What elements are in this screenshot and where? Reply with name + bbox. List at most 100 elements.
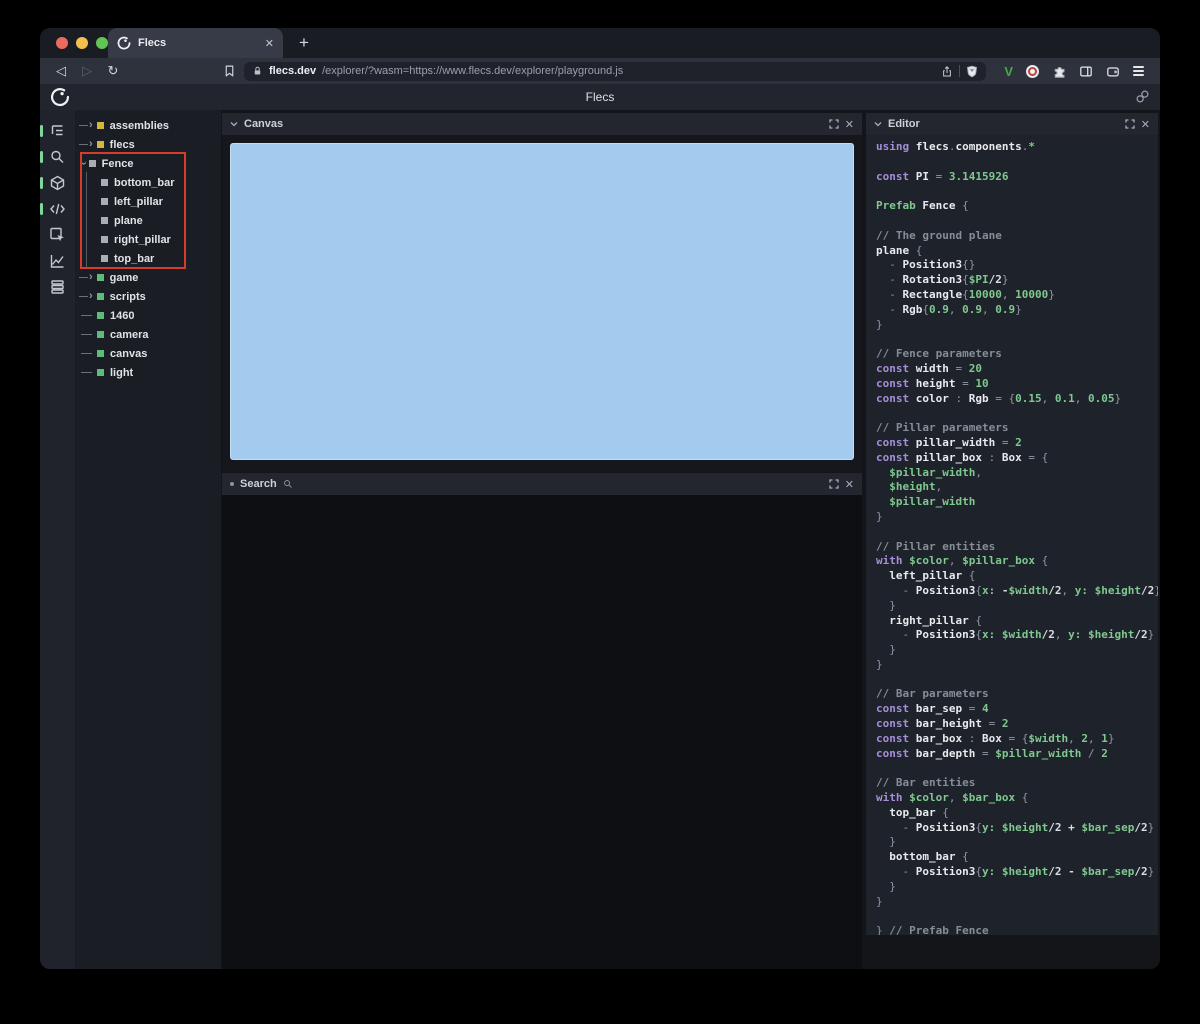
reload-button[interactable]: ↻ xyxy=(102,61,124,81)
tree-item-top_bar[interactable]: top_bar xyxy=(75,249,221,268)
canvas-panel-header[interactable]: Canvas ✕ xyxy=(222,113,862,135)
fullscreen-icon[interactable] xyxy=(829,119,839,129)
lock-icon xyxy=(254,66,261,75)
sidebar-toggle-icon[interactable] xyxy=(1079,65,1093,78)
code-line: $pillar_width, xyxy=(876,465,982,479)
canvas-panel-body xyxy=(222,135,862,472)
tree-item-game[interactable]: › game xyxy=(75,268,221,287)
tree-item-flecs[interactable]: › flecs xyxy=(75,135,221,154)
tree-item-label: assemblies xyxy=(109,119,169,132)
close-icon[interactable]: ✕ xyxy=(845,478,854,491)
fullscreen-icon[interactable] xyxy=(829,479,839,489)
tree-item-marker xyxy=(75,372,93,373)
code-editor[interactable]: using flecs.components.* const PI = 3.14… xyxy=(866,135,1158,935)
share-icon[interactable] xyxy=(941,65,953,78)
tab-close-icon[interactable]: ✕ xyxy=(265,37,274,50)
code-line: left_pillar { xyxy=(876,569,976,583)
code-line: with $color, $pillar_box { xyxy=(876,554,1049,568)
tree-item-label: bottom_bar xyxy=(114,176,175,189)
close-icon[interactable]: ✕ xyxy=(1141,118,1150,131)
tree-item-light[interactable]: light xyxy=(75,363,221,382)
tree-item-scripts[interactable]: › scripts xyxy=(75,287,221,306)
tree-item-label: 1460 xyxy=(110,309,135,322)
code-line: } xyxy=(876,657,883,671)
code-line: - Position3{y: $height/2 - $bar_sep/2} xyxy=(876,865,1155,879)
brave-shield-icon[interactable] xyxy=(966,65,978,78)
new-tab-button[interactable]: + xyxy=(292,31,316,55)
close-icon[interactable]: ✕ xyxy=(845,118,854,131)
menu-icon[interactable] xyxy=(1133,65,1144,77)
search-panel-body xyxy=(222,495,862,969)
entity-color-square xyxy=(101,236,108,243)
browser-toolbar: ◁ ▷ ↻ flecs.dev /explorer/?wasm=https://… xyxy=(40,58,1160,84)
link-icon[interactable] xyxy=(1135,89,1150,109)
close-window-button[interactable] xyxy=(56,37,68,49)
browser-tab-strip: Flecs ✕ + xyxy=(40,28,1160,58)
red-extension-icon[interactable] xyxy=(1026,64,1039,78)
left-icon-strip xyxy=(40,110,75,969)
tree-item-bottom_bar[interactable]: bottom_bar xyxy=(75,173,221,192)
zoom-window-button[interactable] xyxy=(96,37,108,49)
panel-toggle-inspector[interactable] xyxy=(40,222,75,248)
url-domain: flecs.dev xyxy=(269,65,317,77)
code-line: const PI = 3.1415926 xyxy=(876,169,1009,183)
tree-item-label: canvas xyxy=(110,347,148,360)
fullscreen-icon[interactable] xyxy=(1125,119,1135,129)
extensions-puzzle-icon[interactable] xyxy=(1052,64,1066,78)
collapsed-dot-icon[interactable] xyxy=(230,482,234,486)
chevron-down-icon[interactable] xyxy=(230,121,238,127)
tree-item-camera[interactable]: camera xyxy=(75,325,221,344)
extension-icons: V xyxy=(1004,64,1150,79)
code-line: const bar_sep = 4 xyxy=(876,702,989,716)
tree-item-Fence[interactable]: › Fence xyxy=(75,154,221,173)
chevron-down-icon[interactable] xyxy=(874,121,882,127)
code-line: $height, xyxy=(876,480,943,494)
code-line: $pillar_width xyxy=(876,495,976,509)
entity-color-square xyxy=(97,331,104,338)
panel-toggle-search[interactable] xyxy=(40,144,75,170)
panel-toggle-stats[interactable] xyxy=(40,248,75,274)
tree-item-right_pillar[interactable]: right_pillar xyxy=(75,230,221,249)
entity-color-square xyxy=(97,312,104,319)
tree-item-label: left_pillar xyxy=(114,195,163,208)
code-line: const bar_box : Box = {$width, 2, 1} xyxy=(876,731,1115,745)
tree-item-marker[interactable]: › xyxy=(75,139,93,150)
editor-panel-title: Editor xyxy=(888,118,920,130)
code-line: const color : Rgb = {0.15, 0.1, 0.05} xyxy=(876,391,1122,405)
tree-item-marker[interactable]: › xyxy=(75,291,93,302)
tree-item-left_pillar[interactable]: left_pillar xyxy=(75,192,221,211)
panel-toggle-canvas[interactable] xyxy=(40,170,75,196)
tree-item-plane[interactable]: plane xyxy=(75,211,221,230)
panel-toggle-queries[interactable] xyxy=(40,274,75,300)
panel-toggle-editor[interactable] xyxy=(40,196,75,222)
forward-button[interactable]: ▷ xyxy=(76,61,98,81)
panel-toggle-tree[interactable] xyxy=(40,118,75,144)
tree-item-1460[interactable]: 1460 xyxy=(75,306,221,325)
wallet-icon[interactable] xyxy=(1106,65,1120,78)
editor-panel-header[interactable]: Editor ✕ xyxy=(866,113,1158,135)
tree-item-marker[interactable]: › xyxy=(75,120,93,131)
back-button[interactable]: ◁ xyxy=(50,61,72,81)
canvas-viewport[interactable] xyxy=(230,143,854,460)
code-line: - Rgb{0.9, 0.9, 0.9} xyxy=(876,302,1022,316)
entity-color-square xyxy=(88,160,96,167)
search-panel-header[interactable]: Search ✕ xyxy=(222,473,862,495)
code-line: - Position3{x: -$width/2, y: $height/2} xyxy=(876,583,1158,597)
url-bar[interactable]: flecs.dev /explorer/?wasm=https://www.fl… xyxy=(244,61,987,81)
bookmark-sidebar-icon[interactable] xyxy=(218,61,240,81)
minimize-window-button[interactable] xyxy=(76,37,88,49)
tree-item-assemblies[interactable]: › assemblies xyxy=(75,116,221,135)
browser-tab-flecs[interactable]: Flecs ✕ xyxy=(108,28,283,58)
tree-item-canvas[interactable]: canvas xyxy=(75,344,221,363)
entity-color-square xyxy=(97,350,104,357)
search-panel-title: Search xyxy=(240,478,277,490)
vue-devtools-icon[interactable]: V xyxy=(1004,64,1013,79)
cube-icon xyxy=(50,175,65,191)
tree-item-marker[interactable]: › xyxy=(75,158,89,169)
tab-title: Flecs xyxy=(138,37,167,49)
search-icon xyxy=(51,150,64,163)
window-controls[interactable] xyxy=(56,37,108,49)
tree-item-marker[interactable]: › xyxy=(75,272,93,283)
